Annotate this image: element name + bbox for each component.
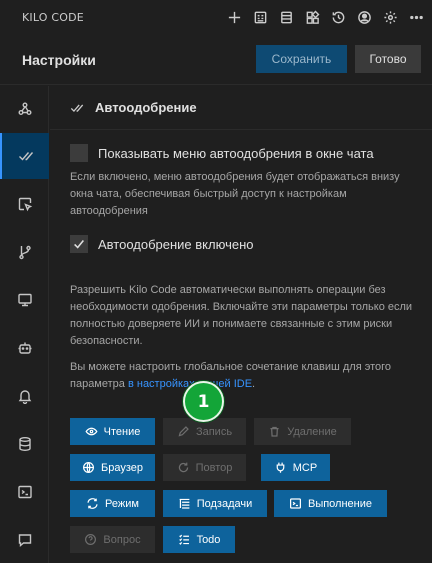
sidebar-item-display[interactable] bbox=[0, 277, 49, 323]
toggle-label: Подзадачи bbox=[196, 497, 253, 510]
toggle-subtasks[interactable]: Подзадачи bbox=[163, 490, 267, 517]
settings-icon[interactable] bbox=[380, 7, 400, 27]
history-icon[interactable] bbox=[328, 7, 348, 27]
check-all-icon bbox=[70, 104, 84, 113]
toggle-mode[interactable]: Режим bbox=[70, 490, 155, 517]
sidebar-item-checkpoints[interactable] bbox=[0, 229, 49, 275]
sidebar-item-context[interactable] bbox=[0, 421, 49, 467]
toggle-label: MCP bbox=[292, 461, 318, 474]
toggle-label: Todo bbox=[196, 533, 221, 546]
pencil-icon bbox=[178, 426, 189, 437]
check-all-icon bbox=[18, 152, 33, 161]
show-menu-option[interactable]: Показывать меню автоодобрения в окне чат… bbox=[70, 144, 374, 162]
toggle-read[interactable]: Чтение bbox=[70, 418, 155, 445]
show-menu-description: Если включено, меню автоодобрения будет … bbox=[70, 171, 400, 217]
toggle-mcp[interactable]: MCP bbox=[261, 454, 330, 481]
toggle-label: Повтор bbox=[195, 461, 233, 474]
title-bar-actions bbox=[224, 7, 426, 27]
more-icon[interactable] bbox=[406, 7, 426, 27]
save-button[interactable]: Сохранить bbox=[256, 45, 347, 73]
toggle-execute[interactable]: Выполнение bbox=[274, 490, 387, 517]
title-bar: KILO CODE bbox=[0, 0, 432, 35]
eye-icon bbox=[85, 427, 98, 436]
plug-icon bbox=[276, 462, 285, 473]
toggle-todo[interactable]: Todo bbox=[163, 526, 235, 553]
settings-content: Автоодобрение Показывать меню автоодобре… bbox=[50, 86, 432, 563]
show-menu-label: Показывать меню автоодобрения в окне чат… bbox=[98, 145, 374, 161]
step-marker: 1 bbox=[183, 381, 224, 422]
toggle-delete[interactable]: Удаление bbox=[254, 418, 351, 445]
toggle-label: Выполнение bbox=[307, 497, 373, 510]
auto-approve-enabled-label: Автоодобрение включено bbox=[98, 236, 254, 252]
sidebar-item-providers[interactable] bbox=[0, 86, 49, 132]
section-header: Автоодобрение bbox=[50, 86, 432, 130]
sidebar-item-experimental[interactable] bbox=[0, 325, 49, 371]
terminal-icon bbox=[17, 485, 32, 499]
list-icon[interactable] bbox=[276, 7, 296, 27]
globe-icon bbox=[83, 462, 94, 473]
show-menu-checkbox[interactable] bbox=[70, 144, 88, 162]
history-card-icon[interactable] bbox=[250, 7, 270, 27]
terminal-icon bbox=[290, 498, 301, 509]
question-icon bbox=[85, 534, 97, 545]
shortcut-end: . bbox=[252, 378, 256, 390]
sidebar-item-notifications[interactable] bbox=[0, 373, 49, 419]
toggle-label: Чтение bbox=[103, 425, 141, 438]
toggle-label: Удаление bbox=[287, 425, 337, 438]
webhook-icon bbox=[18, 102, 31, 115]
section-title: Автоодобрение bbox=[95, 100, 197, 115]
page-title: Настройки bbox=[22, 52, 96, 68]
sidebar-item-prompts[interactable] bbox=[0, 517, 49, 563]
auto-approve-enabled-checkbox[interactable] bbox=[70, 235, 88, 253]
toggle-browser[interactable]: Браузер bbox=[70, 454, 155, 481]
sidebar-item-browser[interactable] bbox=[0, 181, 49, 227]
shortcut-hint: Вы можете настроить глобальное сочетание… bbox=[70, 359, 420, 393]
done-button[interactable]: Готово bbox=[355, 45, 421, 73]
sidebar-item-auto-approve[interactable] bbox=[0, 133, 49, 179]
toggle-question[interactable]: Вопрос bbox=[70, 526, 155, 553]
toggle-label: Режим bbox=[105, 497, 139, 510]
checkmark-icon bbox=[74, 240, 84, 249]
account-icon[interactable] bbox=[354, 7, 374, 27]
app-title: KILO CODE bbox=[22, 11, 84, 24]
trash-icon bbox=[270, 426, 279, 437]
settings-header: Настройки Сохранить Готово bbox=[0, 35, 432, 85]
toggle-label: Браузер bbox=[101, 461, 143, 474]
checklist-icon bbox=[178, 534, 189, 545]
toggle-label: Вопрос bbox=[103, 533, 141, 546]
list-tree-icon bbox=[179, 498, 190, 509]
toggle-write[interactable]: Запись bbox=[163, 418, 246, 445]
chat-icon bbox=[18, 534, 31, 547]
sidebar-item-terminal[interactable] bbox=[0, 469, 49, 515]
toggle-label: Запись bbox=[195, 425, 233, 438]
monitor-icon bbox=[17, 293, 32, 307]
bell-icon bbox=[18, 390, 31, 404]
git-branch-icon bbox=[18, 245, 31, 260]
toggle-retry[interactable]: Повтор bbox=[163, 454, 246, 481]
refresh-icon bbox=[178, 462, 188, 473]
database-icon bbox=[18, 437, 31, 452]
auto-approve-warning: Разрешить Kilo Code автоматически выполн… bbox=[70, 284, 413, 347]
sync-icon bbox=[87, 498, 98, 509]
plus-icon[interactable] bbox=[224, 7, 244, 27]
auto-approve-enabled-option[interactable]: Автоодобрение включено bbox=[70, 235, 253, 253]
bot-icon bbox=[18, 342, 31, 354]
settings-sidebar bbox=[0, 86, 49, 563]
browser-cursor-icon bbox=[18, 197, 32, 212]
marketplace-icon[interactable] bbox=[302, 7, 322, 27]
